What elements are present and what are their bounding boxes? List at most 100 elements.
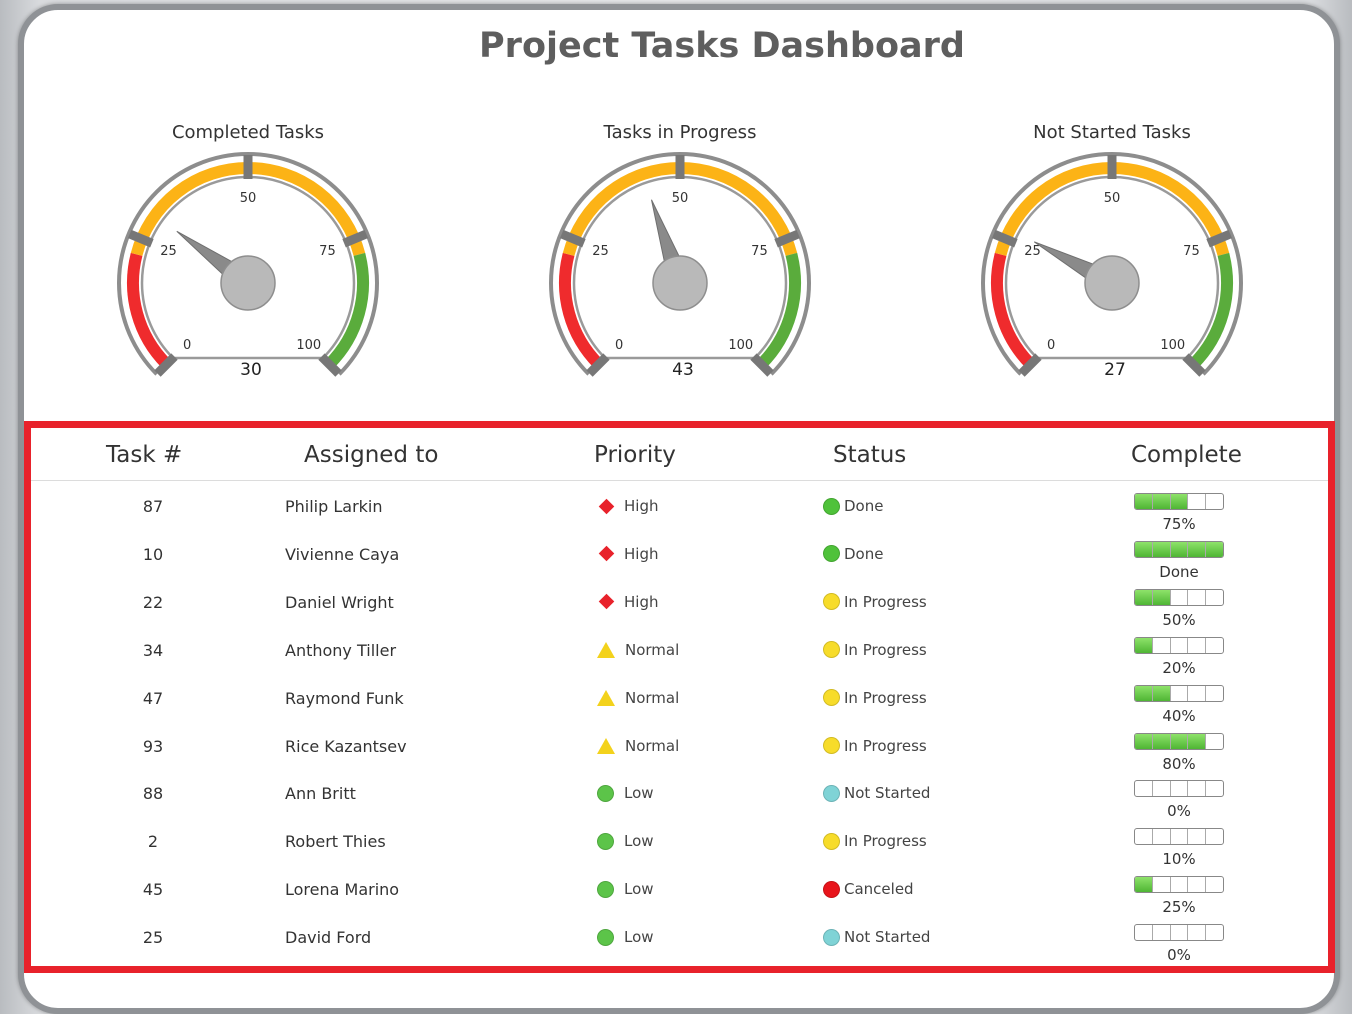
gauge-hub [220, 255, 276, 311]
status-dot-icon [823, 593, 840, 611]
red-diamond-icon [598, 546, 615, 562]
priority-cell: Low [597, 832, 654, 850]
progress-segment [1135, 829, 1153, 845]
progress-segment [1206, 734, 1223, 749]
header-assigned-to[interactable]: Assigned to [304, 442, 438, 468]
gauge-completed-tasks: Completed Tasks 0 25 50 75 100 30 [113, 118, 413, 398]
priority-label: High [624, 592, 659, 611]
progress-segment [1206, 686, 1223, 701]
progress-segment [1135, 925, 1153, 941]
progress-segment [1135, 685, 1153, 701]
gauge-dial: 0 25 50 75 100 [981, 152, 1243, 377]
completion-label: 50% [1162, 610, 1196, 629]
progress-segment [1152, 541, 1171, 557]
progress-segment [1188, 685, 1207, 701]
completion-label: 10% [1162, 850, 1196, 869]
assignee-name: Raymond Funk [285, 688, 404, 708]
progress-segment [1206, 541, 1223, 557]
completion-progress-bar [1134, 588, 1224, 606]
progress-segment [1153, 637, 1171, 653]
completion-label: 20% [1162, 658, 1196, 677]
table-row[interactable]: 93 Rice Kazantsev Normal In Progress 80% [31, 729, 1328, 777]
status-label: Not Started [844, 928, 931, 947]
gauge-tick-label: 25 [1024, 244, 1041, 259]
table-row[interactable]: 45 Lorena Marino Low Canceled 25% [31, 872, 1328, 920]
header-task-number[interactable]: Task # [106, 442, 182, 468]
green-circle-icon [597, 832, 614, 850]
progress-segment [1135, 877, 1153, 893]
progress-segment [1135, 589, 1153, 605]
assignee-name: David Ford [285, 928, 372, 948]
status-cell: Canceled [823, 880, 914, 898]
priority-label: Low [624, 784, 654, 803]
gauge-tick-label: 25 [592, 244, 609, 259]
progress-segment [1153, 829, 1171, 845]
header-divider [31, 480, 1328, 481]
gauge-value: 27 [1104, 360, 1126, 380]
progress-segment [1152, 494, 1171, 509]
priority-label: Normal [625, 736, 680, 755]
completion-progress-bar [1134, 876, 1224, 894]
table-row[interactable]: 47 Raymond Funk Normal In Progress 40% [31, 681, 1328, 729]
completion-label: 0% [1167, 946, 1191, 965]
status-cell: In Progress [823, 832, 927, 850]
priority-cell: Normal [597, 737, 679, 755]
gauge-value: 30 [240, 360, 262, 380]
gauge-tick-label: 25 [160, 244, 177, 259]
priority-label: Low [624, 928, 654, 947]
completion-progress-bar [1134, 924, 1224, 942]
status-dot-icon [823, 689, 840, 707]
progress-segment [1170, 541, 1189, 557]
completion-label: 25% [1162, 898, 1196, 917]
status-dot-icon [823, 497, 840, 515]
header-complete[interactable]: Complete [1131, 442, 1242, 468]
gauge-title: Not Started Tasks [1033, 122, 1191, 143]
gauge-title: Completed Tasks [171, 122, 325, 143]
status-cell: Not Started [823, 784, 930, 802]
green-circle-icon [597, 784, 614, 802]
progress-segment [1206, 494, 1223, 509]
header-status[interactable]: Status [833, 442, 906, 468]
progress-segment [1188, 877, 1207, 893]
status-dot-icon [823, 545, 840, 563]
task-number: 22 [142, 592, 164, 612]
progress-segment [1135, 781, 1153, 797]
assignee-name: Rice Kazantsev [285, 736, 407, 756]
assignee-name: Anthony Tiller [285, 640, 397, 660]
table-row[interactable]: 87 Philip Larkin High Done 75% [31, 489, 1328, 537]
status-cell: Done [823, 497, 883, 515]
table-row[interactable]: 2 Robert Thies Low In Progress 10% [31, 824, 1328, 872]
gauge-tick-label: 50 [240, 191, 257, 206]
progress-segment [1135, 541, 1153, 557]
progress-segment [1170, 733, 1189, 749]
assignee-name: Ann Britt [285, 784, 356, 804]
progress-segment [1135, 494, 1153, 509]
table-row[interactable]: 88 Ann Britt Low Not Started 0% [31, 776, 1328, 824]
gauge-not-started-tasks: Not Started Tasks 0 25 50 75 100 27 [977, 118, 1277, 398]
status-dot-icon [823, 737, 840, 754]
completion-progress-bar [1134, 732, 1224, 750]
completion-progress-bar [1134, 780, 1224, 798]
progress-segment [1171, 637, 1189, 653]
header-priority[interactable]: Priority [594, 442, 676, 468]
progress-segment [1188, 589, 1207, 605]
yellow-triangle-icon [597, 737, 615, 754]
progress-segment [1152, 733, 1171, 749]
status-dot-icon [823, 641, 840, 659]
priority-cell: Normal [597, 689, 679, 707]
assignee-name: Robert Thies [285, 832, 386, 852]
status-cell: In Progress [823, 689, 927, 707]
tasks-table: Task # Assigned to Priority Status Compl… [24, 421, 1335, 973]
progress-segment [1188, 494, 1207, 509]
priority-cell: High [597, 545, 658, 563]
task-number: 10 [142, 544, 164, 564]
gauge-tick-label: 75 [1183, 244, 1200, 259]
yellow-triangle-icon [597, 689, 615, 706]
table-row[interactable]: 34 Anthony Tiller Normal In Progress 20% [31, 633, 1328, 681]
progress-segment [1171, 781, 1189, 797]
table-row[interactable]: 25 David Ford Low Not Started 0% [31, 920, 1328, 968]
table-row[interactable]: 22 Daniel Wright High In Progress 50% [31, 585, 1328, 633]
red-diamond-icon [598, 498, 615, 514]
gauge-tick-label: 100 [296, 338, 321, 353]
table-row[interactable]: 10 Vivienne Caya High Done Done [31, 537, 1328, 585]
